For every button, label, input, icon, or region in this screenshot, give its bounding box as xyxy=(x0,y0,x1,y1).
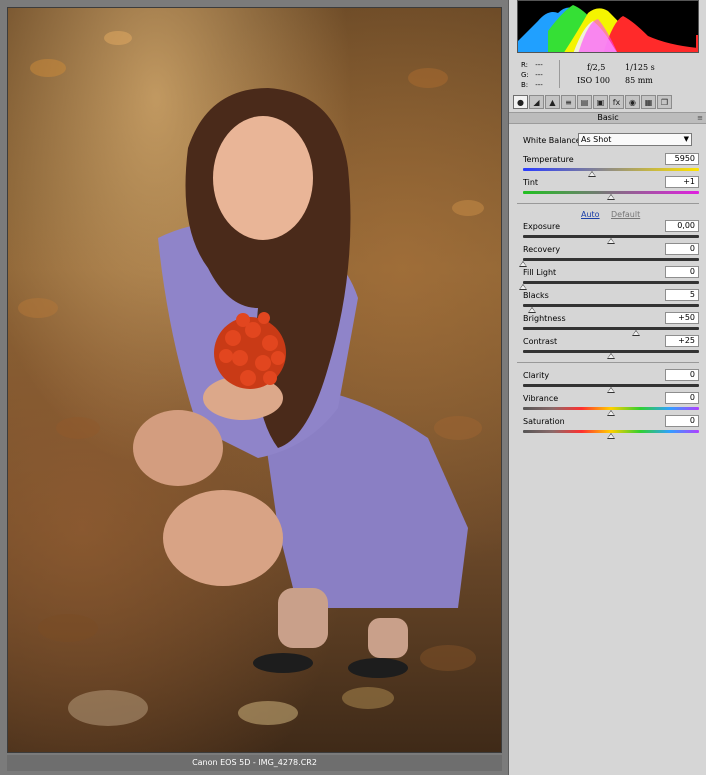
photo-illustration xyxy=(18,31,484,726)
iso-value: ISO 100 xyxy=(577,76,611,85)
detail-icon[interactable]: ▲ xyxy=(545,95,560,109)
tint-label: Tint xyxy=(523,178,539,187)
section-divider xyxy=(517,203,699,204)
chevron-down-icon: ▼ xyxy=(683,135,689,143)
g-value: --- xyxy=(535,71,543,79)
r-value: --- xyxy=(535,61,543,69)
b-value: --- xyxy=(535,81,543,89)
saturation-field[interactable]: 0 xyxy=(665,415,699,427)
auto-link[interactable]: Auto xyxy=(581,210,600,219)
brightness-track[interactable] xyxy=(523,327,699,330)
clarity-label: Clarity xyxy=(523,371,550,380)
exposure-field[interactable]: 0,00 xyxy=(665,220,699,232)
readout-divider xyxy=(559,60,560,88)
temperature-label: Temperature xyxy=(523,155,574,164)
snapshots-icon[interactable]: ❐ xyxy=(657,95,672,109)
contrast-label: Contrast xyxy=(523,337,558,346)
white-balance-label: White Balance: xyxy=(523,136,584,145)
tint-slider-thumb[interactable] xyxy=(607,194,615,200)
vibrance-slider-thumb[interactable] xyxy=(607,410,615,416)
contrast-field[interactable]: +25 xyxy=(665,335,699,347)
brightness-label: Brightness xyxy=(523,314,566,323)
recovery-field[interactable]: 0 xyxy=(665,243,699,255)
shutter-value: 1/125 s xyxy=(625,63,655,72)
vibrance-label: Vibrance xyxy=(523,394,559,403)
clarity-field[interactable]: 0 xyxy=(665,369,699,381)
split-toning-icon[interactable]: ▤ xyxy=(577,95,592,109)
white-balance-select[interactable]: As Shot ▼ xyxy=(578,133,692,146)
focal-length-value: 85 mm xyxy=(625,76,653,85)
fill-light-slider-thumb[interactable] xyxy=(519,284,527,290)
temperature-slider-thumb[interactable] xyxy=(587,171,596,177)
section-title: Basic xyxy=(597,113,619,122)
caption-bar: Canon EOS 5D - IMG_4278.CR2 xyxy=(7,755,502,771)
saturation-slider-thumb[interactable] xyxy=(607,433,615,439)
g-readout: G: --- xyxy=(521,71,543,79)
histogram xyxy=(517,0,699,53)
b-label: B: xyxy=(521,81,529,89)
contrast-slider-thumb[interactable] xyxy=(607,353,615,359)
camera-calibration-icon[interactable]: ◉ xyxy=(625,95,640,109)
presets-icon[interactable]: ▦ xyxy=(641,95,656,109)
blacks-field[interactable]: 5 xyxy=(665,289,699,301)
file-caption: Canon EOS 5D - IMG_4278.CR2 xyxy=(192,758,317,767)
basic-icon[interactable]: ● xyxy=(513,95,528,109)
histogram-graph xyxy=(518,5,698,52)
recovery-label: Recovery xyxy=(523,245,561,254)
effects-icon-label: fx xyxy=(612,97,621,107)
white-balance-value: As Shot xyxy=(581,135,612,144)
vibrance-field[interactable]: 0 xyxy=(665,392,699,404)
aperture-value: f/2,5 xyxy=(587,63,606,72)
exposure-label: Exposure xyxy=(523,222,561,231)
effects-icon[interactable]: fx xyxy=(609,95,624,109)
tone-curve-icon[interactable]: ◢ xyxy=(529,95,544,109)
clarity-slider-thumb[interactable] xyxy=(607,387,615,393)
panel-toolbar: ● ◢ ▲ ≡ ▤ ▣ fx ◉ ▦ ❐ xyxy=(513,95,703,110)
fill-light-label: Fill Light xyxy=(523,268,557,277)
adjustment-panel: R: --- G: --- B: --- f/2,5 1/125 s ISO 1… xyxy=(508,0,706,775)
blacks-track[interactable] xyxy=(523,304,699,307)
brightness-slider-thumb[interactable] xyxy=(631,330,640,336)
temperature-field[interactable]: 5950 xyxy=(665,153,699,165)
r-label: R: xyxy=(521,61,529,69)
photo-preview[interactable] xyxy=(7,7,502,753)
b-readout: B: --- xyxy=(521,81,543,89)
blacks-label: Blacks xyxy=(523,291,549,300)
section-header: Basic ≡ xyxy=(509,112,706,124)
panel-menu-icon[interactable]: ≡ xyxy=(697,113,703,123)
temperature-track[interactable] xyxy=(523,168,699,171)
default-link[interactable]: Default xyxy=(611,210,640,219)
blacks-slider-thumb[interactable] xyxy=(527,307,536,313)
recovery-slider-thumb[interactable] xyxy=(519,261,527,267)
recovery-track[interactable] xyxy=(523,258,699,261)
section-divider xyxy=(517,362,699,363)
brightness-field[interactable]: +50 xyxy=(665,312,699,324)
tint-field[interactable]: +1 xyxy=(665,176,699,188)
saturation-label: Saturation xyxy=(523,417,565,426)
lens-corrections-icon[interactable]: ▣ xyxy=(593,95,608,109)
exposure-slider-thumb[interactable] xyxy=(607,238,615,244)
fill-light-track[interactable] xyxy=(523,281,699,284)
readout-panel: R: --- G: --- B: --- f/2,5 1/125 s ISO 1… xyxy=(509,58,706,92)
hsl-icon[interactable]: ≡ xyxy=(561,95,576,109)
image-preview-area[interactable]: Canon EOS 5D - IMG_4278.CR2 xyxy=(0,0,508,775)
r-readout: R: --- xyxy=(521,61,543,69)
fill-light-field[interactable]: 0 xyxy=(665,266,699,278)
g-label: G: xyxy=(521,71,529,79)
